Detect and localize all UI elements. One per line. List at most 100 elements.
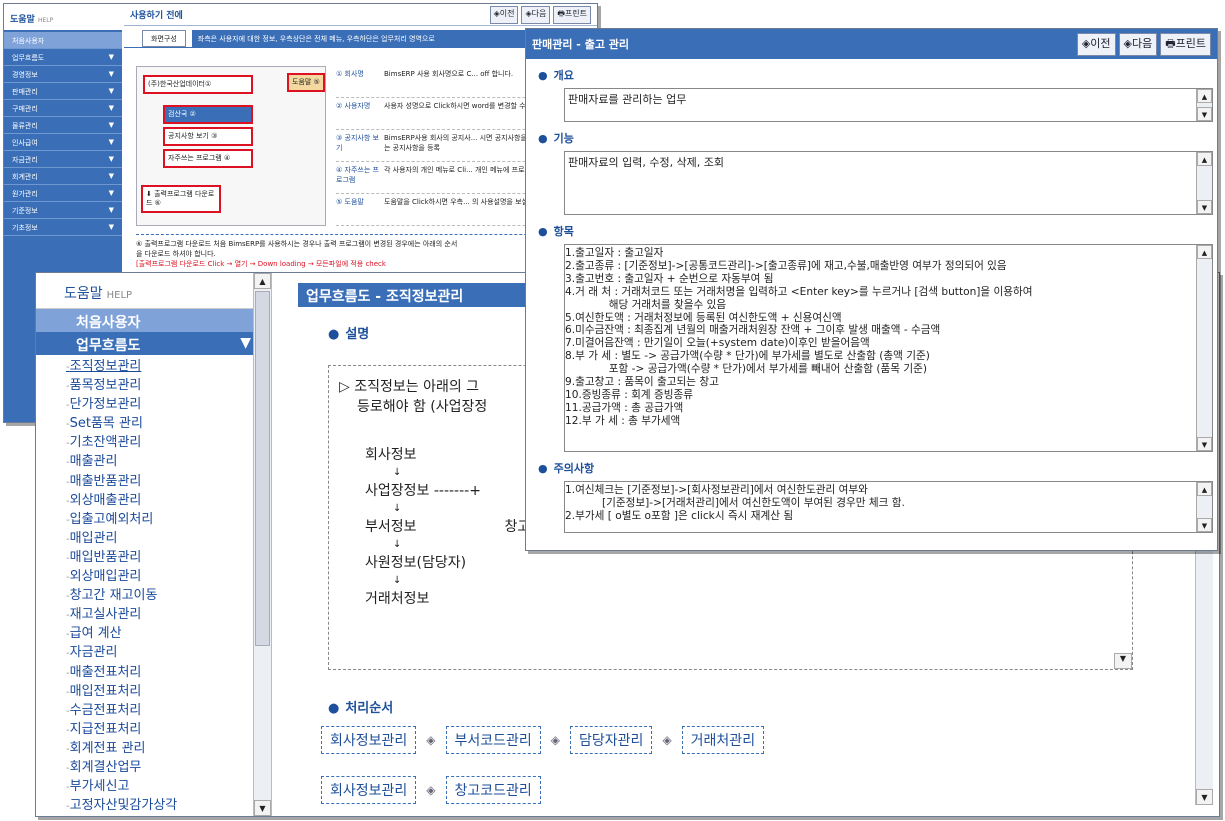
textarea-scrollbar[interactable]: ▲ ▼	[1196, 152, 1212, 214]
scroll-down-icon[interactable]: ▼	[1114, 653, 1132, 669]
next-button[interactable]: ◈다음	[1118, 32, 1158, 56]
screenshot-illustration: (주)한국산업데이터① 검산국 ② 공지사항 보기 ③ 자주쓰는 프로그램 ④ …	[136, 66, 326, 226]
sidebar-scrollbar[interactable]: ▲ ▼	[253, 273, 271, 816]
sidebar-item-first-user[interactable]: 처음사용자	[36, 309, 271, 332]
tree-item[interactable]: -Set품목 관리	[66, 412, 271, 431]
sidebar-item-funds[interactable]: 자금관리 ▼	[4, 151, 122, 168]
chevron-down-icon: ▼	[108, 104, 114, 112]
sidebar-item-basis[interactable]: 기준정보 ▼	[4, 202, 122, 219]
arrow-right-icon: ◈	[426, 733, 436, 747]
tree-item[interactable]: -지급전표처리	[66, 718, 271, 737]
process-step[interactable]: 회사정보관리	[321, 726, 417, 754]
sidebar-item-workflow[interactable]: 업무흐름도 ▼	[4, 49, 122, 66]
help-logo: 도움말 HELP	[36, 273, 271, 309]
process-step[interactable]: 회사정보관리	[321, 776, 417, 804]
sidebar-item-sales[interactable]: 판매관리 ▼	[4, 83, 122, 100]
chevron-down-icon: ▼	[240, 335, 251, 351]
process-order: 처리순서 회사정보관리 ◈ 부서코드관리 ◈ 담당자관리 ◈ 거래처관리 회사정…	[321, 681, 765, 804]
print-button[interactable]: 🖶프린트	[553, 5, 591, 24]
sidebar-item-first-user[interactable]: 처음사용자	[4, 32, 122, 49]
download-note: ⑥ 출력프로그램 다운로드 처음 BimsERP를 사용하시는 경우나 출력 프…	[136, 234, 587, 274]
sidebar-item-cost[interactable]: 원가관리 ▼	[4, 185, 122, 202]
items-textarea[interactable]: 1.출고일자 : 출고일자 2.출고종류 : [기준정보]->[공통코드관리]-…	[564, 244, 1213, 452]
callout-download: ⬇ 출력프로그램 다운로드 ⑥	[141, 185, 221, 213]
tree-item[interactable]: -수금전표처리	[66, 699, 271, 718]
chevron-down-icon: ▼	[108, 138, 114, 146]
textarea-scrollbar[interactable]: ▲ ▼	[1196, 245, 1212, 451]
page-title: 사용하기 전에	[130, 11, 183, 21]
callout-favorites: 자주쓰는 프로그램 ④	[163, 149, 253, 168]
process-step[interactable]: 거래처관리	[681, 726, 765, 754]
chevron-down-icon: ▼	[108, 121, 114, 129]
help-window-sales-shipment: 판매관리 - 출고 관리 ◈이전 ◈다음 🖶프린트 개요 판매자료를 관리하는 …	[525, 28, 1218, 551]
tree-item[interactable]: -창고간 재고이동	[66, 584, 271, 603]
callout-company: (주)한국산업데이터①	[143, 75, 253, 94]
chevron-down-icon: ▼	[108, 189, 114, 197]
section-process: 처리순서	[328, 697, 764, 716]
process-step[interactable]: 부서코드관리	[445, 726, 541, 754]
tree-item[interactable]: -매출반품관리	[66, 470, 271, 489]
arrow-right-icon: ◈	[550, 733, 561, 747]
tree-item[interactable]: -급여 계산	[66, 622, 271, 641]
tree-item[interactable]: -외상매출관리	[66, 489, 271, 508]
process-step[interactable]: 창고코드관리	[445, 776, 541, 804]
tree-item[interactable]: -외상매입관리	[66, 565, 271, 584]
scroll-down-icon[interactable]: ▼	[1196, 789, 1213, 805]
sidebar-item-workflow[interactable]: 업무흐름도 ▼	[36, 332, 271, 355]
chevron-down-icon: ▼	[108, 87, 114, 95]
tree-item[interactable]: -회계전표 관리	[66, 737, 271, 756]
scroll-up-icon[interactable]: ▲	[254, 273, 271, 289]
sidebar-item-purchase[interactable]: 구매관리 ▼	[4, 100, 122, 117]
printer-icon: 🖶	[557, 8, 565, 18]
workflow-tree: -조직정보관리 -품목정보관리 -단가정보관리 -Set품목 관리 -기초잔액관…	[36, 355, 271, 813]
print-button[interactable]: 🖶프린트	[1160, 32, 1211, 56]
section-items: 항목	[538, 223, 1217, 239]
tree-item[interactable]: -매출관리	[66, 450, 271, 469]
section-notes: 주의사항	[538, 460, 1217, 476]
tree-item[interactable]: -품목정보관리	[66, 374, 271, 393]
prev-button[interactable]: ◈이전	[1076, 32, 1116, 56]
tab-screen-layout[interactable]: 화면구성	[142, 30, 186, 47]
textarea-scrollbar[interactable]: ▲ ▼	[1196, 482, 1212, 532]
help-logo: 도움말 HELP	[4, 4, 122, 32]
chevron-down-icon: ▼	[108, 70, 114, 78]
section-overview: 개요	[538, 67, 1217, 83]
process-step[interactable]: 담당자관리	[570, 726, 653, 754]
tree-item[interactable]: -입출고예외처리	[66, 508, 271, 527]
sidebar: 도움말 HELP 처음사용자 업무흐름도 ▼ -조직정보관리 -품목정보관리 -단가…	[36, 273, 272, 816]
tree-item[interactable]: -매입전표처리	[66, 680, 271, 699]
tree-item[interactable]: -매입관리	[66, 527, 271, 546]
sidebar-item-mgmt-info[interactable]: 경영정보 ▼	[4, 66, 122, 83]
callout-help: 도움말 ⑤	[287, 73, 325, 92]
tree-item[interactable]: -기초잔액관리	[66, 431, 271, 450]
callout-user: 검산국 ②	[163, 105, 253, 124]
prev-button[interactable]: ◈이전	[489, 5, 519, 24]
overview-textarea[interactable]: 판매자료를 관리하는 업무 ▲ ▼	[564, 88, 1213, 122]
tree-item[interactable]: -매입반품관리	[66, 546, 271, 565]
function-textarea[interactable]: 판매자료의 입력, 수정, 삭제, 조회 ▲ ▼	[564, 151, 1213, 215]
notes-textarea[interactable]: 1.여신체크는 [기준정보]->[회사정보관리]에서 여신한도관리 여부와 [기…	[564, 481, 1213, 533]
printer-icon: 🖶	[1165, 36, 1176, 50]
next-button[interactable]: ◈다음	[521, 5, 551, 24]
tree-item[interactable]: -부가세신고	[66, 775, 271, 794]
tree-item[interactable]: -단가정보관리	[66, 393, 271, 412]
chevron-down-icon: ▼	[108, 223, 114, 231]
title-bar: 판매관리 - 출고 관리 ◈이전 ◈다음 🖶프린트	[526, 29, 1217, 59]
tree-item[interactable]: -고정자산및감가상각	[66, 794, 271, 813]
arrow-right-icon: ◈	[426, 783, 436, 797]
scrollbar-thumb[interactable]	[255, 291, 270, 646]
tree-item[interactable]: -회계결산업무	[66, 756, 271, 775]
textarea-scrollbar[interactable]: ▲ ▼	[1196, 89, 1212, 121]
title-bar: 사용하기 전에 ◈이전 ◈다음 🖶프린트	[124, 4, 597, 26]
tree-item[interactable]: -조직정보관리	[66, 355, 271, 374]
sidebar-item-hr[interactable]: 인사급여 ▼	[4, 134, 122, 151]
scroll-down-icon[interactable]: ▼	[254, 800, 271, 816]
tree-item[interactable]: -자금관리	[66, 641, 271, 660]
tree-item[interactable]: -매출전표처리	[66, 661, 271, 680]
tree-item[interactable]: -재고실사관리	[66, 603, 271, 622]
sidebar-item-accounting[interactable]: 회계관리 ▼	[4, 168, 122, 185]
arrow-right-icon: ◈	[662, 733, 672, 747]
sidebar-item-base-info[interactable]: 기초정보 ▼	[4, 219, 122, 236]
page-title: 판매관리 - 출고 관리	[532, 38, 630, 51]
sidebar-item-logistics[interactable]: 물류관리 ▼	[4, 117, 122, 134]
